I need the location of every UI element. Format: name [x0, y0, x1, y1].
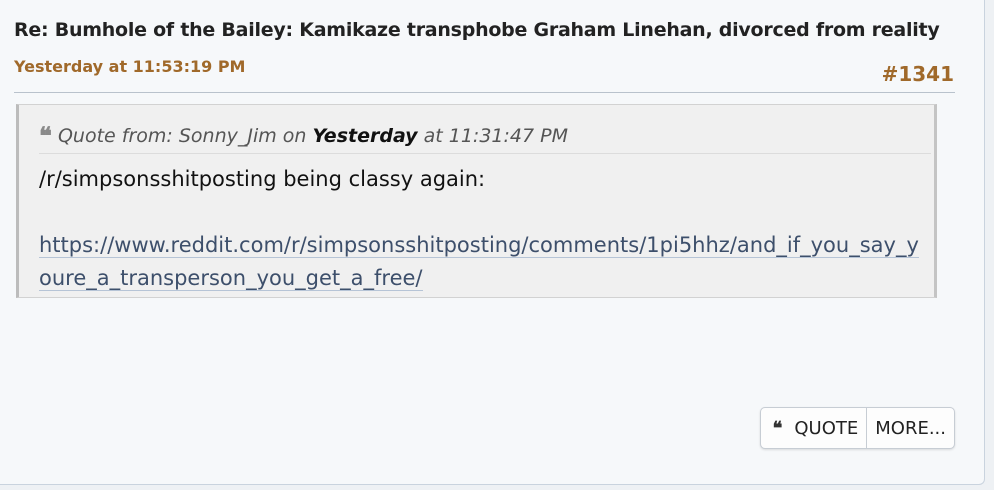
quote-spacer [39, 196, 931, 229]
post-timestamp[interactable]: Yesterday at 11:53:19 PM [14, 57, 245, 76]
post-container: Re: Bumhole of the Bailey: Kamikaze tran… [0, 0, 985, 485]
quote-icon: ❝ [39, 121, 52, 150]
quote-time: at 11:31:47 PM [417, 125, 568, 147]
quote-header: ❝ Quote from: Sonny_Jim on Yesterday at … [39, 119, 931, 154]
post-title[interactable]: Re: Bumhole of the Bailey: Kamikaze tran… [14, 19, 940, 41]
quote-block: ❝ Quote from: Sonny_Jim on Yesterday at … [16, 104, 937, 298]
quote-button[interactable]: ❝ QUOTE [761, 408, 867, 448]
quote-date[interactable]: Yesterday [313, 125, 418, 147]
header-divider [14, 92, 955, 93]
more-button[interactable]: MORE... [866, 408, 954, 448]
quote-on-text: on [276, 125, 313, 147]
quote-body: /r/simpsonsshitposting being classy agai… [39, 163, 931, 295]
more-button-label: MORE... [875, 417, 946, 439]
quote-text: /r/simpsonsshitposting being classy agai… [39, 167, 486, 191]
post-actions: ❝ QUOTE MORE... [759, 407, 955, 449]
quote-prefix: Quote from: [57, 125, 179, 147]
quote-button-label: QUOTE [794, 417, 859, 439]
quote-button-icon: ❝ [772, 417, 783, 439]
quote-author: Sonny_Jim [178, 125, 277, 147]
quote-link[interactable]: https://www.reddit.com/r/simpsonsshitpos… [39, 233, 919, 291]
post-number[interactable]: #1341 [882, 62, 954, 86]
